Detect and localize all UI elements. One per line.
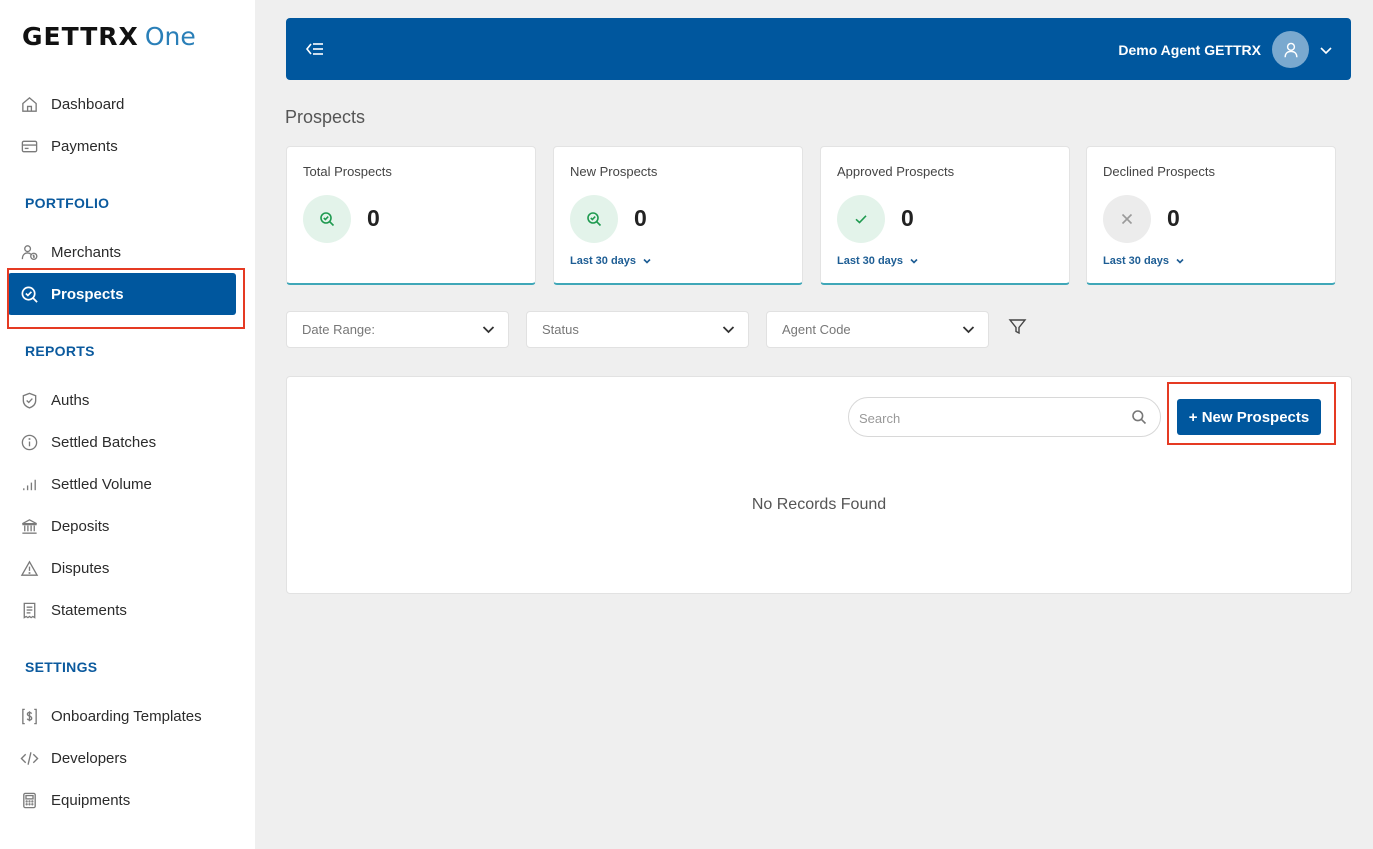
search-icon[interactable] [1131, 409, 1147, 425]
user-icon [1283, 42, 1298, 57]
bank-icon [19, 516, 39, 536]
sidebar-item-equipments[interactable]: Equipments [8, 779, 236, 821]
search-check-icon [570, 195, 618, 243]
filter-funnel-icon[interactable] [1008, 317, 1027, 336]
x-icon [1103, 195, 1151, 243]
home-icon [19, 94, 39, 114]
sidebar-item-label: Equipments [51, 791, 131, 809]
sidebar-item-label: Disputes [51, 559, 110, 577]
collapse-menu-icon[interactable] [304, 38, 326, 60]
sidebar-item-statements[interactable]: Statements [8, 589, 236, 631]
sidebar-item-payments[interactable]: Payments [8, 125, 236, 167]
stat-card-approved-prospects: Approved Prospects 0 Last 30 days [820, 146, 1070, 285]
card-icon [19, 136, 39, 156]
dollar-doc-icon [19, 706, 39, 726]
stat-card-value: 0 [901, 205, 914, 231]
stat-card-total-prospects: Total Prospects 0 [286, 146, 536, 285]
sidebar-item-deposits[interactable]: Deposits [8, 505, 236, 547]
logo-main-text: GETTRX [22, 22, 139, 51]
sidebar-item-developers[interactable]: Developers [8, 737, 236, 779]
date-range-label: Last 30 days [837, 255, 904, 267]
date-range-select[interactable]: Date Range: [286, 311, 509, 348]
sidebar-item-settled-volume[interactable]: Settled Volume [8, 463, 236, 505]
sidebar-item-label: Settled Volume [51, 475, 152, 493]
search-box[interactable] [848, 397, 1161, 437]
chevron-down-icon [961, 322, 976, 337]
status-select[interactable]: Status [526, 311, 749, 348]
sidebar-item-label: Payments [51, 137, 118, 155]
search-input[interactable] [859, 408, 1119, 428]
agent-code-placeholder: Agent Code [782, 322, 851, 337]
receipt-icon [19, 600, 39, 620]
logo[interactable]: GETTRX One [22, 22, 196, 54]
info-circle-icon [19, 432, 39, 452]
date-range-dropdown[interactable]: Last 30 days [1103, 255, 1185, 267]
stat-card-declined-prospects: Declined Prospects 0 Last 30 days [1086, 146, 1336, 285]
shield-check-icon [19, 390, 39, 410]
stat-card-value: 0 [634, 205, 647, 231]
date-range-dropdown[interactable]: Last 30 days [837, 255, 919, 267]
section-title-settings: SETTINGS [25, 659, 98, 675]
stat-card-value: 0 [367, 205, 380, 231]
date-range-dropdown[interactable]: Last 30 days [570, 255, 652, 267]
new-prospects-highlight-box [1167, 382, 1336, 445]
chevron-down-icon [481, 322, 496, 337]
date-range-placeholder: Date Range: [302, 322, 375, 337]
section-title-reports: REPORTS [25, 343, 95, 359]
bar-signal-icon [19, 474, 39, 494]
top-bar: Demo Agent GETTRX [286, 18, 1351, 80]
stat-card-new-prospects: New Prospects 0 Last 30 days [553, 146, 803, 285]
warning-icon [19, 558, 39, 578]
sidebar-item-label: Dashboard [51, 95, 125, 113]
chevron-down-icon[interactable] [1319, 43, 1333, 57]
terminal-icon [19, 790, 39, 810]
sidebar-item-label: Merchants [51, 243, 122, 261]
section-title-portfolio: PORTFOLIO [25, 195, 110, 211]
sidebar-item-settled-batches[interactable]: Settled Batches [8, 421, 236, 463]
status-placeholder: Status [542, 322, 579, 337]
date-range-label: Last 30 days [570, 255, 637, 267]
stat-card-value: 0 [1167, 205, 1180, 231]
sidebar: GETTRX One Dashboard Payments PORTFOLIO … [0, 0, 255, 849]
logo-sub-text: One [144, 22, 196, 51]
prospects-highlight-box [7, 268, 245, 329]
stat-card-label: Total Prospects [303, 164, 392, 179]
chevron-down-icon [643, 258, 651, 264]
check-icon [837, 195, 885, 243]
sidebar-item-dashboard[interactable]: Dashboard [8, 83, 236, 125]
agent-code-select[interactable]: Agent Code [766, 311, 989, 348]
user-name[interactable]: Demo Agent GETTRX [1118, 42, 1261, 58]
empty-state-message: No Records Found [751, 496, 887, 513]
search-check-icon [303, 195, 351, 243]
sidebar-item-merchants[interactable]: Merchants [8, 231, 236, 273]
merchants-icon [19, 242, 39, 262]
sidebar-item-label: Statements [51, 601, 127, 619]
sidebar-item-disputes[interactable]: Disputes [8, 547, 236, 589]
chevron-down-icon [721, 322, 736, 337]
stat-card-label: New Prospects [570, 164, 658, 179]
sidebar-item-label: Developers [51, 749, 127, 767]
avatar[interactable] [1272, 31, 1309, 68]
sidebar-item-label: Settled Batches [51, 433, 157, 451]
code-icon [19, 748, 39, 768]
page-title: Prospects [285, 107, 366, 127]
sidebar-item-label: Auths [51, 391, 90, 409]
date-range-label: Last 30 days [1103, 255, 1170, 267]
sidebar-item-onboarding-templates[interactable]: Onboarding Templates [8, 695, 236, 737]
sidebar-item-label: Deposits [51, 517, 110, 535]
chevron-down-icon [910, 258, 918, 264]
stat-card-label: Declined Prospects [1103, 164, 1215, 179]
sidebar-item-auths[interactable]: Auths [8, 379, 236, 421]
sidebar-item-label: Onboarding Templates [51, 707, 202, 725]
chevron-down-icon [1176, 258, 1184, 264]
stat-card-label: Approved Prospects [837, 164, 955, 179]
